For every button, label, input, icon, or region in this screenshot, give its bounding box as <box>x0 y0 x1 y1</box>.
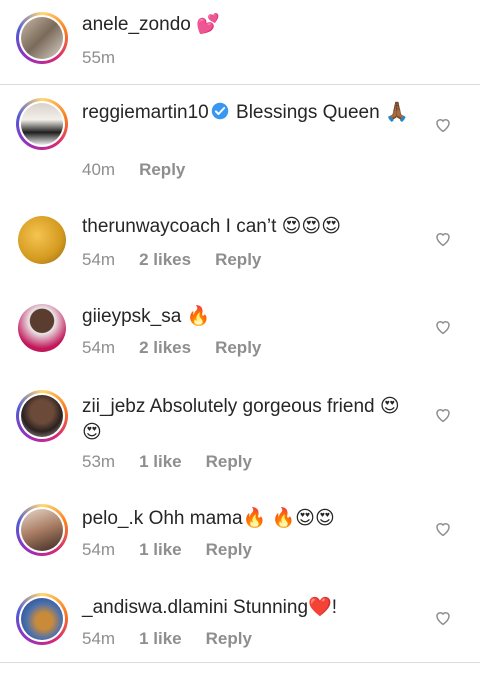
comment-username[interactable]: anele_zondo <box>82 14 191 35</box>
reply-button[interactable]: Reply <box>206 540 252 560</box>
reply-button[interactable]: Reply <box>215 250 261 270</box>
like-heart-icon[interactable] <box>434 116 452 134</box>
like-heart-icon[interactable] <box>434 520 452 538</box>
avatar[interactable] <box>16 593 68 645</box>
reply-button[interactable]: Reply <box>206 452 252 472</box>
divider <box>0 84 480 85</box>
verified-badge-icon <box>211 102 228 120</box>
comment-body: I can’t 😍😍😍 <box>225 216 342 237</box>
comment-time: 53m <box>82 452 116 471</box>
comment-time: 54m <box>82 338 116 357</box>
reply-button[interactable]: Reply <box>139 160 185 180</box>
like-heart-icon[interactable] <box>434 406 452 424</box>
likes-count[interactable]: 2 likes <box>139 338 191 358</box>
comment-time: 54m <box>82 250 116 269</box>
comment-time: 40m <box>82 160 116 179</box>
avatar[interactable] <box>18 216 66 264</box>
avatar[interactable] <box>16 98 68 150</box>
likes-count[interactable]: 1 like <box>139 452 182 472</box>
comment-body: 🔥 <box>186 306 211 327</box>
divider <box>0 662 480 663</box>
like-heart-icon[interactable] <box>434 318 452 336</box>
avatar[interactable] <box>16 504 68 556</box>
comment-time: 54m <box>82 540 116 559</box>
like-heart-icon[interactable] <box>434 230 452 248</box>
caption-comment: anele_zondo 💕 55m <box>0 0 480 84</box>
likes-count[interactable]: 1 like <box>139 629 182 649</box>
comment-username[interactable]: therunwaycoach <box>82 216 220 237</box>
reply-button[interactable]: Reply <box>215 338 261 358</box>
likes-count[interactable]: 1 like <box>139 540 182 560</box>
comment-body: Blessings Queen 🙏🏾 <box>236 102 409 123</box>
comment-username[interactable]: _andiswa.dlamini <box>82 597 228 618</box>
comment-username[interactable]: pelo_.k <box>82 508 143 529</box>
avatar[interactable] <box>16 390 68 442</box>
comment-time: 54m <box>82 629 116 648</box>
avatar[interactable] <box>18 304 66 352</box>
comment-username[interactable]: reggiemartin10 <box>82 102 209 123</box>
comment-body: Stunning❤️! <box>233 597 337 618</box>
comment-body: 💕 <box>196 14 220 35</box>
comment-username[interactable]: zii_jebz <box>82 396 145 417</box>
comment-username[interactable]: giieypsk_sa <box>82 306 181 327</box>
comment-time: 55m <box>82 48 116 67</box>
reply-button[interactable]: Reply <box>206 629 252 649</box>
comment-body: Ohh mama🔥 🔥😍😍 <box>148 508 335 529</box>
likes-count[interactable]: 2 likes <box>139 250 191 270</box>
like-heart-icon[interactable] <box>434 609 452 627</box>
avatar[interactable] <box>16 12 68 64</box>
